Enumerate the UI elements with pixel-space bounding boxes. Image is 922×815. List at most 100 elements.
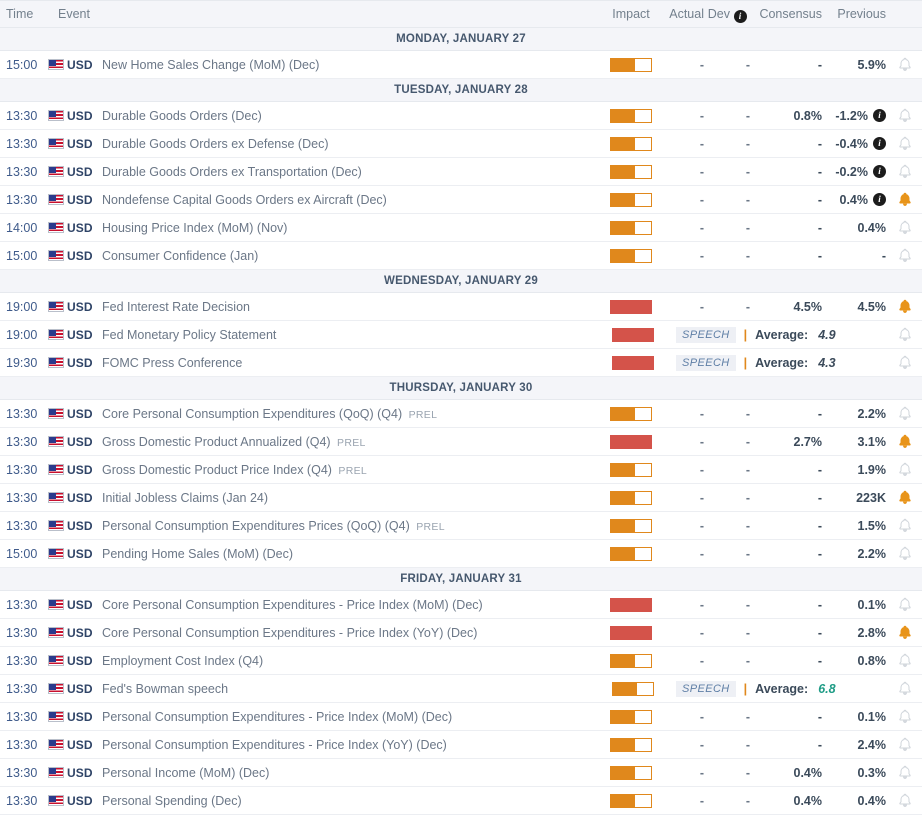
event-row[interactable]: 13:30 USD Gross Domestic Product Annualize… xyxy=(0,428,922,456)
event-name[interactable]: Nondefense Capital Goods Orders ex Aircr… xyxy=(94,193,602,207)
revised-info-icon[interactable]: i xyxy=(873,193,886,206)
event-name[interactable]: Personal Consumption Expenditures - Pric… xyxy=(94,710,602,724)
impact-cell[interactable] xyxy=(602,57,660,72)
event-row[interactable]: 13:30 USD Personal Consumption Expenditure… xyxy=(0,703,922,731)
alert-bell-button[interactable] xyxy=(888,248,922,263)
event-name[interactable]: Personal Spending (Dec) xyxy=(94,794,602,808)
impact-cell[interactable] xyxy=(604,355,662,370)
event-name[interactable]: Employment Cost Index (Q4) xyxy=(94,654,602,668)
impact-cell[interactable] xyxy=(602,192,660,207)
event-name[interactable]: Durable Goods Orders ex Transportation (… xyxy=(94,165,602,179)
impact-cell[interactable] xyxy=(602,709,660,724)
event-row[interactable]: 13:30 USD Personal Income (MoM) (Dec) - - 0.4… xyxy=(0,759,922,787)
revised-info-icon[interactable]: i xyxy=(873,109,886,122)
event-row[interactable]: 13:30 USD Nondefense Capital Goods Orders … xyxy=(0,186,922,214)
event-name[interactable]: New Home Sales Change (MoM) (Dec) xyxy=(94,58,602,72)
event-name[interactable]: Durable Goods Orders ex Defense (Dec) xyxy=(94,137,602,151)
event-name[interactable]: Personal Income (MoM) (Dec) xyxy=(94,766,602,780)
column-header-impact[interactable]: Impact xyxy=(602,7,660,21)
event-name[interactable]: Fed's Bowman speech xyxy=(94,682,604,696)
event-row[interactable]: 19:30 USD FOMC Press Conference SPEECH | Aver… xyxy=(0,349,922,377)
event-row[interactable]: 15:00 USD New Home Sales Change (MoM) (Dec… xyxy=(0,51,922,79)
impact-cell[interactable] xyxy=(604,327,662,342)
impact-cell[interactable] xyxy=(604,681,662,696)
event-row[interactable]: 13:30 USD Personal Spending (Dec) - - 0.4% 0.4… xyxy=(0,787,922,815)
alert-bell-button[interactable] xyxy=(888,653,922,668)
event-row[interactable]: 19:00 USD Fed Interest Rate Decision - - 4.5%… xyxy=(0,293,922,321)
event-name[interactable]: Pending Home Sales (MoM) (Dec) xyxy=(94,547,602,561)
impact-cell[interactable] xyxy=(602,737,660,752)
alert-bell-button[interactable] xyxy=(888,220,922,235)
impact-cell[interactable] xyxy=(602,164,660,179)
event-row[interactable]: 13:30 USD Durable Goods Orders ex Transpor… xyxy=(0,158,922,186)
column-header-event[interactable]: Event xyxy=(46,7,602,21)
event-row[interactable]: 15:00 USD Pending Home Sales (MoM) (Dec) - -… xyxy=(0,540,922,568)
alert-bell-button[interactable] xyxy=(888,681,922,696)
impact-cell[interactable] xyxy=(602,597,660,612)
alert-bell-button[interactable] xyxy=(888,355,922,370)
alert-bell-button[interactable] xyxy=(888,490,922,505)
event-name[interactable]: Core Personal Consumption Expenditures (… xyxy=(94,407,602,421)
alert-bell-button[interactable] xyxy=(888,108,922,123)
event-row[interactable]: 13:30 USD Initial Jobless Claims (Jan 24) -… xyxy=(0,484,922,512)
event-row[interactable]: 13:30 USD Fed's Bowman speech SPEECH | Averag… xyxy=(0,675,922,703)
event-row[interactable]: 15:00 USD Consumer Confidence (Jan) - - - - xyxy=(0,242,922,270)
event-name[interactable]: Personal Consumption Expenditures - Pric… xyxy=(94,738,602,752)
alert-bell-button[interactable] xyxy=(888,462,922,477)
alert-bell-button[interactable] xyxy=(888,406,922,421)
alert-bell-button[interactable] xyxy=(888,192,922,207)
event-name[interactable]: Gross Domestic Product Price Index (Q4) … xyxy=(94,463,602,477)
event-name[interactable]: Core Personal Consumption Expenditures -… xyxy=(94,598,602,612)
event-row[interactable]: 13:30 USD Employment Cost Index (Q4) - - - 0.8… xyxy=(0,647,922,675)
impact-cell[interactable] xyxy=(602,518,660,533)
impact-cell[interactable] xyxy=(602,299,660,314)
event-row[interactable]: 13:30 USD Core Personal Consumption Expend… xyxy=(0,400,922,428)
impact-cell[interactable] xyxy=(602,765,660,780)
alert-bell-button[interactable] xyxy=(888,709,922,724)
event-name[interactable]: Initial Jobless Claims (Jan 24) xyxy=(94,491,602,505)
alert-bell-button[interactable] xyxy=(888,327,922,342)
event-name[interactable]: FOMC Press Conference xyxy=(94,356,604,370)
column-header-time[interactable]: Time xyxy=(0,7,46,21)
impact-cell[interactable] xyxy=(602,793,660,808)
column-header-consensus[interactable]: Consensus xyxy=(750,7,822,21)
event-name[interactable]: Durable Goods Orders (Dec) xyxy=(94,109,602,123)
column-header-previous[interactable]: Previous xyxy=(822,7,888,21)
impact-cell[interactable] xyxy=(602,546,660,561)
alert-bell-button[interactable] xyxy=(888,625,922,640)
event-name[interactable]: Fed Interest Rate Decision xyxy=(94,300,602,314)
event-name[interactable]: Housing Price Index (MoM) (Nov) xyxy=(94,221,602,235)
alert-bell-button[interactable] xyxy=(888,299,922,314)
impact-cell[interactable] xyxy=(602,434,660,449)
event-row[interactable]: 14:00 USD Housing Price Index (MoM) (Nov) -… xyxy=(0,214,922,242)
event-row[interactable]: 13:30 USD Core Personal Consumption Expend… xyxy=(0,619,922,647)
alert-bell-button[interactable] xyxy=(888,164,922,179)
impact-cell[interactable] xyxy=(602,625,660,640)
event-name[interactable]: Personal Consumption Expenditures Prices… xyxy=(94,519,602,533)
alert-bell-button[interactable] xyxy=(888,57,922,72)
alert-bell-button[interactable] xyxy=(888,737,922,752)
alert-bell-button[interactable] xyxy=(888,765,922,780)
event-name[interactable]: Consumer Confidence (Jan) xyxy=(94,249,602,263)
alert-bell-button[interactable] xyxy=(888,518,922,533)
impact-cell[interactable] xyxy=(602,462,660,477)
event-row[interactable]: 13:30 USD Durable Goods Orders (Dec) - - 0.8%… xyxy=(0,102,922,130)
revised-info-icon[interactable]: i xyxy=(873,137,886,150)
impact-cell[interactable] xyxy=(602,220,660,235)
alert-bell-button[interactable] xyxy=(888,546,922,561)
revised-info-icon[interactable]: i xyxy=(873,165,886,178)
event-row[interactable]: 19:00 USD Fed Monetary Policy Statement SPE… xyxy=(0,321,922,349)
info-icon[interactable]: i xyxy=(730,6,750,23)
event-row[interactable]: 13:30 USD Personal Consumption Expenditure… xyxy=(0,512,922,540)
impact-cell[interactable] xyxy=(602,653,660,668)
event-row[interactable]: 13:30 USD Personal Consumption Expenditure… xyxy=(0,731,922,759)
impact-cell[interactable] xyxy=(602,490,660,505)
impact-cell[interactable] xyxy=(602,406,660,421)
event-name[interactable]: Gross Domestic Product Annualized (Q4) P… xyxy=(94,435,602,449)
alert-bell-button[interactable] xyxy=(888,597,922,612)
event-name[interactable]: Core Personal Consumption Expenditures -… xyxy=(94,626,602,640)
event-row[interactable]: 13:30 USD Core Personal Consumption Expend… xyxy=(0,591,922,619)
impact-cell[interactable] xyxy=(602,136,660,151)
event-row[interactable]: 13:30 USD Durable Goods Orders ex Defense … xyxy=(0,130,922,158)
alert-bell-button[interactable] xyxy=(888,793,922,808)
